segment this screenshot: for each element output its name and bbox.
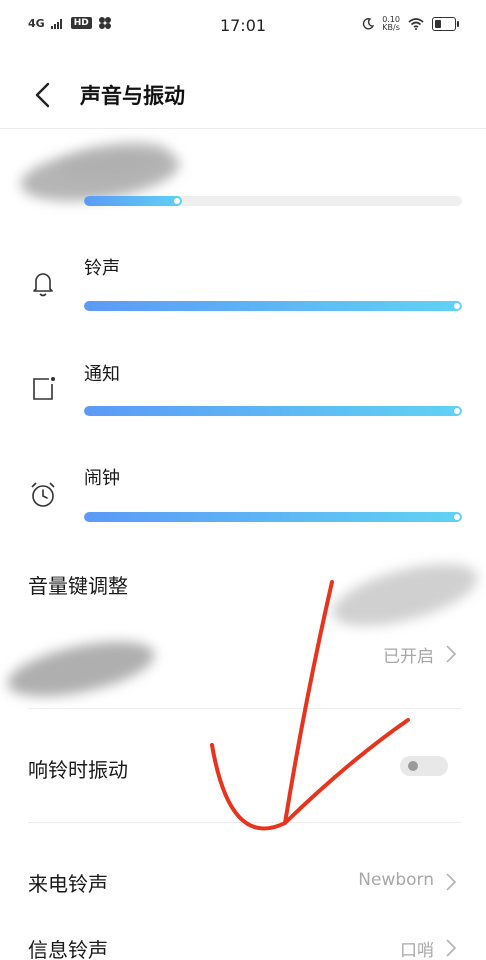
- annotation-arrow: [210, 580, 410, 831]
